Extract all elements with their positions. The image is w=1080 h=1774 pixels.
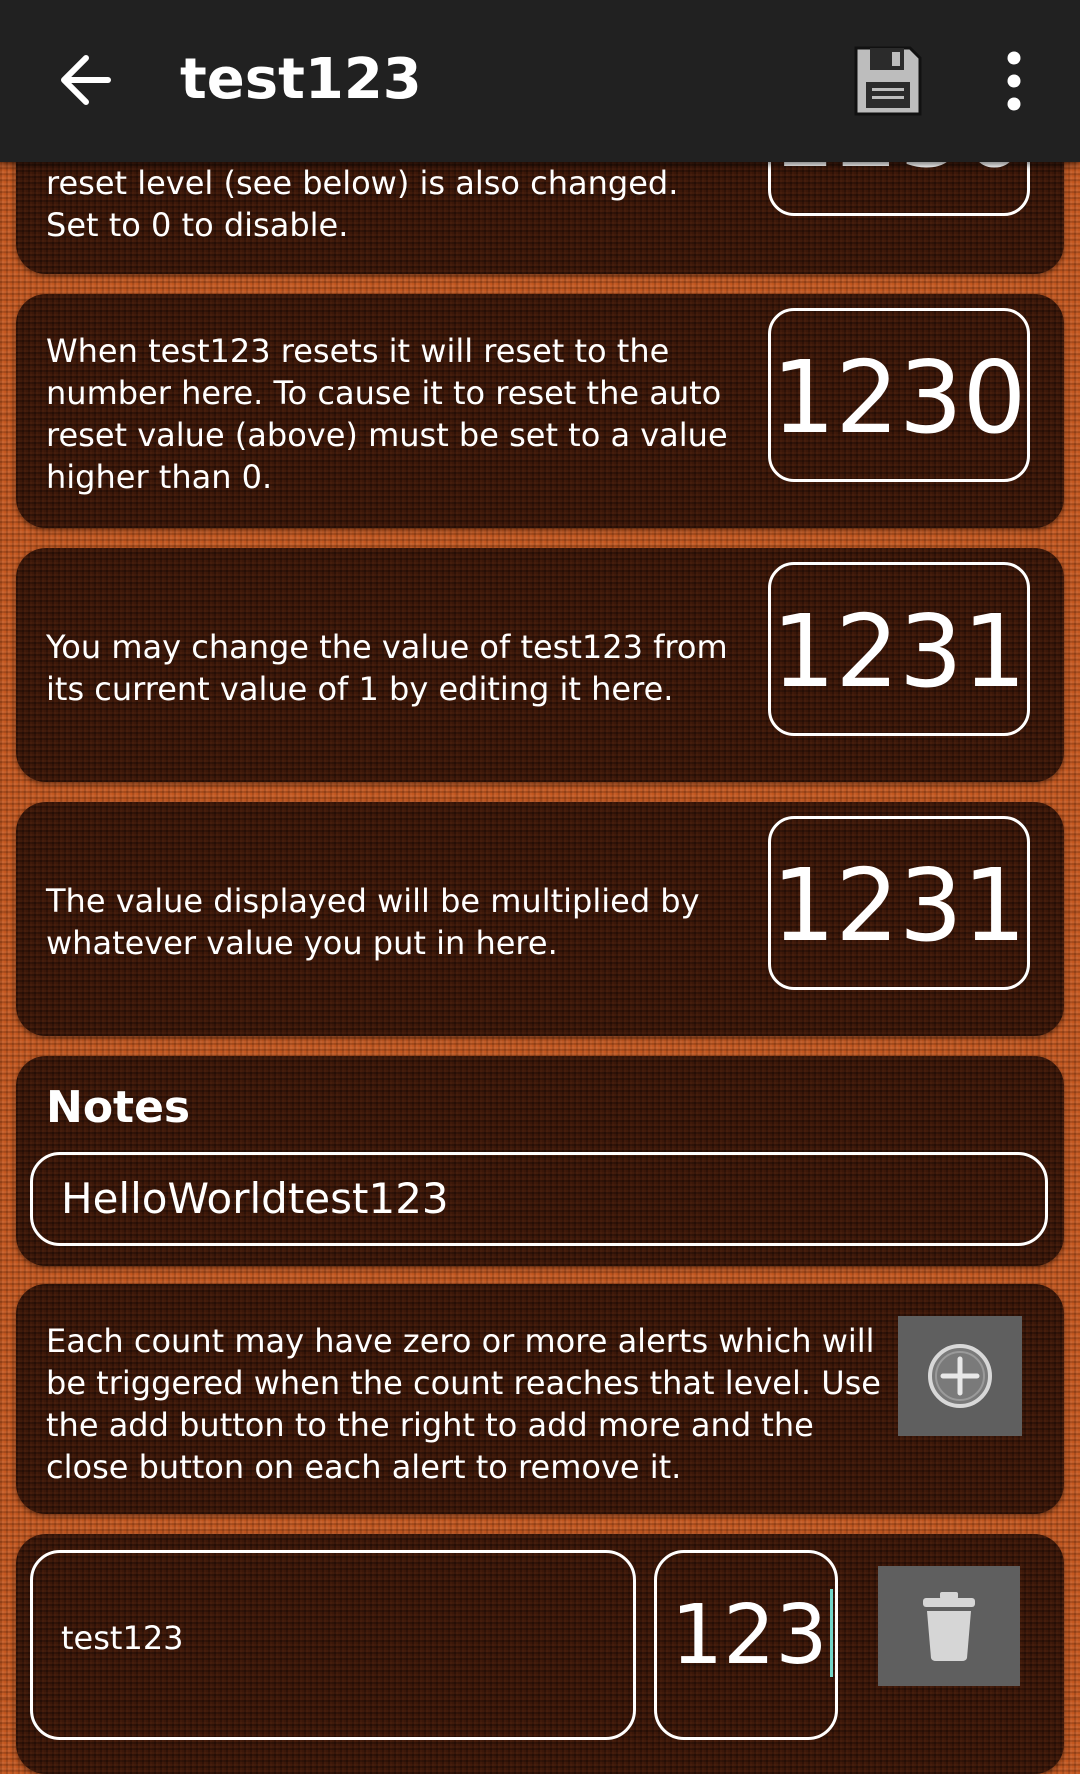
more-vert-icon[interactable]	[996, 50, 1032, 112]
add-circle-icon	[928, 1344, 992, 1408]
notes-heading: Notes	[46, 1082, 191, 1133]
reset-value-description: When test123 resets it will reset to the…	[46, 332, 728, 496]
alert-level-value: 123	[671, 1588, 828, 1683]
current-value-input[interactable]: 1231	[768, 562, 1030, 736]
current-value-card: You may change the value of test123 from…	[16, 548, 1064, 782]
page-title: test123	[180, 47, 422, 112]
alerts-info-card: Each count may have zero or more alerts …	[16, 1284, 1064, 1514]
auto-reset-description: reset level (see below) is also changed.…	[46, 164, 679, 244]
alert-item-card: test123 123	[16, 1534, 1064, 1774]
multiplier-card: The value displayed will be multiplied b…	[16, 802, 1064, 1036]
multiplier-input[interactable]: 1231	[768, 816, 1030, 990]
text-cursor	[829, 1589, 833, 1677]
app-bar: test123	[0, 0, 1080, 162]
save-icon[interactable]	[852, 44, 924, 118]
trash-icon	[923, 1592, 975, 1661]
reset-value-input[interactable]: 1230	[768, 308, 1030, 482]
add-alert-button[interactable]	[898, 1316, 1022, 1436]
alerts-description: Each count may have zero or more alerts …	[46, 1322, 881, 1486]
alert-level-input[interactable]: 123	[654, 1550, 838, 1740]
reset-value-card: When test123 resets it will reset to the…	[16, 294, 1064, 528]
back-arrow-icon[interactable]	[56, 50, 112, 110]
current-value-description: You may change the value of test123 from…	[46, 628, 728, 708]
multiplier-description: The value displayed will be multiplied b…	[46, 882, 700, 962]
alert-name-input[interactable]: test123	[30, 1550, 636, 1740]
notes-card: Notes HelloWorldtest123	[16, 1056, 1064, 1266]
delete-alert-button[interactable]	[878, 1566, 1020, 1686]
notes-input[interactable]: HelloWorldtest123	[30, 1152, 1048, 1246]
